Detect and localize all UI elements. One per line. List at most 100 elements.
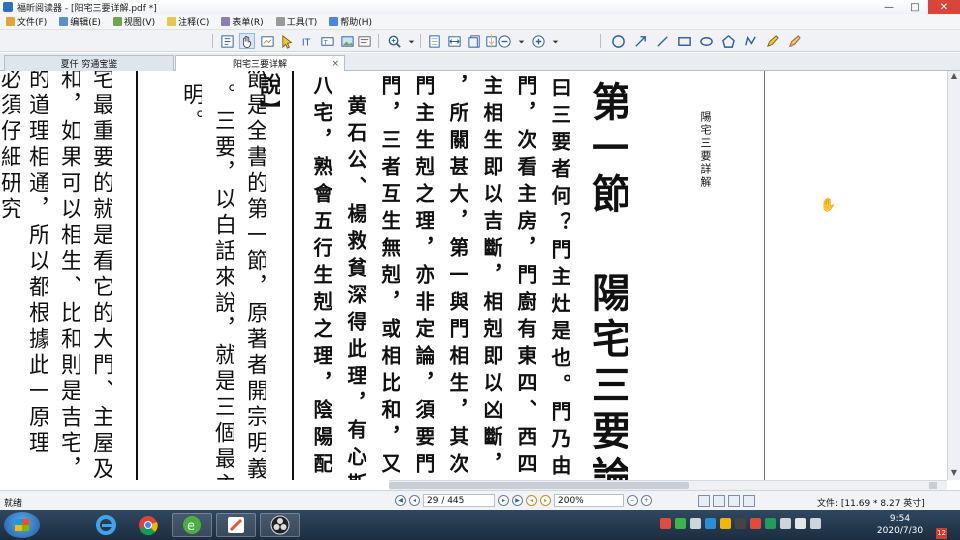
close-tab-icon[interactable]: × [331,59,339,69]
pencil-tool-icon[interactable] [764,33,780,49]
scroll-up-icon[interactable]: ▲ [948,71,960,83]
tray-flag-icon[interactable] [810,518,821,529]
menu-form[interactable]: 表单(R) [215,15,269,28]
menu-help[interactable]: 帮助(H) [323,15,378,28]
page-number-field[interactable]: 29 / 445 [423,494,495,507]
rectangle-tool-icon[interactable] [676,33,692,49]
scroll-down-icon[interactable]: ▼ [948,468,960,480]
eraser-tool-icon[interactable] [786,33,802,49]
facing-page-icon[interactable] [728,494,740,507]
tray-app-icon[interactable] [735,518,746,529]
menu-edit[interactable]: 编辑(E) [53,15,107,28]
tray-network-icon[interactable] [780,518,791,529]
menu-help-label: 帮助(H) [340,18,373,28]
comment-menu-icon [167,17,177,26]
zoom-in-dropdown-icon[interactable] [547,33,563,49]
horizontal-scroll-thumb[interactable] [389,482,689,489]
horizontal-scrollbar[interactable] [389,480,947,490]
minimize-button[interactable]: — [876,0,902,14]
menu-comment-label: 注释(C) [178,18,210,28]
continuous-facing-icon[interactable] [743,494,755,507]
maximize-button[interactable]: □ [902,0,928,14]
clock-date: 2020/7/30 [876,526,924,536]
page-gutter-rule [292,71,294,480]
menu-tools-label: 工具(T) [286,18,318,28]
document-view[interactable]: 必須仔細研究 的道理相通，所以都根據此一原理 和，如果可以相生、比和則是吉宅，反… [0,71,947,480]
taskbar-clock[interactable]: 9:54 2020/7/30 [870,513,930,537]
taskbar-foxit-green[interactable]: e [172,513,212,537]
file-menu-icon [6,17,15,26]
notification-badge[interactable]: 12 [936,528,947,539]
forward-view-button[interactable]: ▸ [540,495,551,506]
menu-view[interactable]: 视图(V) [107,15,161,28]
typewriter-icon[interactable]: T [319,33,335,49]
tray-app-icon[interactable] [660,518,671,529]
tray-app-icon[interactable] [765,518,776,529]
tray-volume-icon[interactable] [795,518,806,529]
last-page-button[interactable]: ▶ [512,495,523,506]
toolbar-separator [420,34,421,48]
line-tool-icon[interactable] [654,33,670,49]
polygon-tool-icon[interactable] [720,33,736,49]
circle-shape-icon[interactable] [610,33,626,49]
start-button[interactable] [4,512,40,538]
first-page-button[interactable]: ◀ [395,495,406,506]
select-icon[interactable] [219,33,235,49]
fit-page-icon[interactable] [426,33,442,49]
document-tab-bar: 夏仟 穷通宝鉴 阳宅三要详解 × [0,53,960,71]
view-menu-icon [112,17,122,26]
zoom-out-status-button[interactable]: − [627,495,638,506]
close-window-button[interactable]: ✕ [928,0,960,14]
zoom-level-field[interactable]: 200% [554,494,624,507]
tray-app-icon[interactable] [750,518,761,529]
status-bar: 就绪 ◀ ◂ 29 / 445 ▸ ▶ ◂ ▸ 200% − + 文件: [11… [0,490,960,510]
text-box-icon[interactable] [356,33,372,49]
chrome-icon [139,516,158,536]
original-text-column: 黄石公、楊救貧深得此理，有心斯道者，不 [346,95,366,480]
oval-tool-icon[interactable] [698,33,714,49]
zoom-dropdown-icon[interactable] [403,33,419,49]
text-select-icon[interactable]: IT [299,33,315,49]
green-e-icon: e [183,516,201,534]
hand-tool-icon[interactable] [239,33,255,49]
tray-keyboard-icon[interactable] [690,518,701,529]
menu-edit-label: 编辑(E) [70,18,101,28]
taskbar-chrome[interactable] [128,513,168,537]
tray-app-icon[interactable] [705,518,716,529]
fit-visible-icon[interactable] [466,33,482,49]
tray-app-icon[interactable] [675,518,686,529]
image-tool-icon[interactable] [339,33,355,49]
previous-page-button[interactable]: ◂ [409,495,420,506]
zoom-in-icon[interactable] [386,33,402,49]
taskbar-ie[interactable] [86,513,126,537]
back-view-button[interactable]: ◂ [526,495,537,506]
taskbar-obs[interactable] [260,513,300,537]
menu-comment[interactable]: 注释(C) [161,15,215,28]
horizontal-scroll-end[interactable] [929,482,937,489]
pointer-icon[interactable] [279,33,295,49]
form-menu-icon [221,17,231,26]
menu-form-label: 表单(R) [232,18,264,28]
zoom-out-dropdown-icon[interactable] [513,33,529,49]
snapshot-icon[interactable] [259,33,275,49]
zoom-in-status-button[interactable]: + [641,495,652,506]
single-page-icon[interactable] [698,494,710,507]
continuous-page-icon[interactable] [713,494,725,507]
windows-taskbar: e 9:54 2020/7/30 12 [0,510,960,540]
svg-text:IT: IT [301,37,310,48]
tab-qiongtong-baojian[interactable]: 夏仟 穷通宝鉴 [4,55,174,71]
cloud-tool-icon[interactable] [742,33,758,49]
section-title: 第一節 陽宅三要論 [588,81,628,480]
tray-app-icon[interactable] [720,518,731,529]
menu-tools[interactable]: 工具(T) [270,15,324,28]
next-page-button[interactable]: ▸ [498,495,509,506]
original-text-column: 門主生剋之理，亦非定論，須要門主灶三者， [414,75,434,480]
zoom-out-circle-icon[interactable] [496,33,512,49]
vertical-scrollbar[interactable]: ▲ ▼ [947,71,960,480]
zoom-in-circle-icon[interactable] [530,33,546,49]
arrow-tool-icon[interactable] [632,33,648,49]
tab-yangzhai-sanyao[interactable]: 阳宅三要详解 × [175,55,345,71]
taskbar-foxit-reader[interactable] [216,513,256,537]
fit-width-icon[interactable] [446,33,462,49]
menu-file[interactable]: 文件(F) [0,15,53,28]
